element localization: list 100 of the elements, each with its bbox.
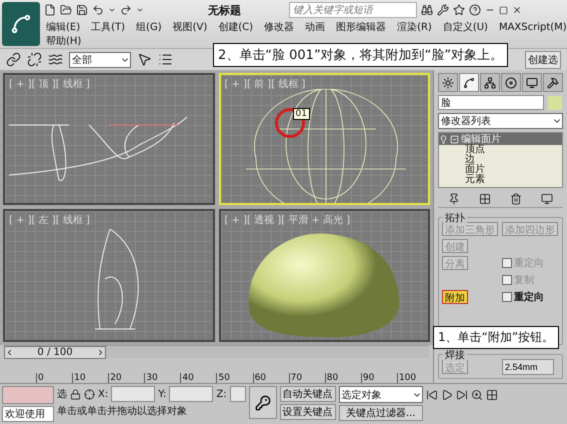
panel-tab[interactable] bbox=[480, 73, 500, 92]
panel-tab[interactable] bbox=[501, 73, 521, 92]
set-key-button[interactable]: 设置关键点 bbox=[280, 404, 336, 420]
open-folder-icon[interactable] bbox=[60, 4, 72, 16]
collapse-icon[interactable] bbox=[450, 134, 459, 144]
y-field[interactable] bbox=[169, 386, 214, 402]
lock-icon[interactable] bbox=[70, 388, 81, 400]
create-selection-field[interactable]: 创建选 bbox=[525, 50, 561, 68]
hierarchy-tab-icon bbox=[484, 76, 496, 88]
previous-icon[interactable] bbox=[5, 348, 14, 358]
zoom-all-icon[interactable] bbox=[486, 389, 498, 401]
window-title: 无标题 bbox=[208, 2, 241, 18]
menu-item[interactable]: 自定义(U) bbox=[442, 20, 488, 34]
key-mode-dropdown[interactable]: 选定对象 bbox=[338, 386, 423, 403]
sub-object-item[interactable]: 面片 bbox=[439, 165, 562, 175]
play-icon[interactable] bbox=[440, 389, 453, 401]
instruction-callout: 1、单击“附加”按钮。 bbox=[433, 326, 560, 349]
menu-item[interactable]: 渲染(R) bbox=[397, 20, 432, 34]
time-slider-track[interactable]: 0 / 100 bbox=[4, 345, 429, 358]
modifier-stack-item[interactable]: 编辑面片 bbox=[439, 133, 562, 145]
help-icon[interactable] bbox=[469, 4, 481, 16]
pin-icon[interactable] bbox=[448, 193, 460, 205]
timeline-tick: 30 bbox=[144, 373, 180, 383]
new-file-icon[interactable] bbox=[44, 4, 56, 16]
timeline-tick: 10 bbox=[72, 373, 108, 383]
crosshair-icon[interactable] bbox=[84, 388, 95, 400]
display-tab-icon bbox=[526, 76, 538, 88]
star-icon[interactable] bbox=[453, 4, 465, 16]
x-field[interactable] bbox=[111, 386, 156, 402]
timeline-tick: 0 bbox=[36, 373, 72, 383]
status-prompt: 单击或单击并拖动以选择对象 bbox=[57, 404, 188, 418]
undo-icon[interactable] bbox=[92, 4, 104, 16]
search-field[interactable]: 键入关键字或短语 bbox=[289, 2, 417, 18]
rollout-title[interactable]: 焊接 bbox=[443, 348, 467, 362]
close-icon[interactable] bbox=[512, 5, 522, 15]
panel-tab[interactable] bbox=[543, 73, 563, 92]
timeline-tick: 50 bbox=[216, 373, 253, 383]
redo-icon[interactable] bbox=[120, 4, 132, 16]
utilities-tab-icon bbox=[547, 76, 559, 88]
time-slider-thumb[interactable]: 0 / 100 bbox=[4, 346, 106, 360]
skip-forward-icon[interactable] bbox=[456, 389, 468, 401]
zoom-icon[interactable] bbox=[470, 389, 483, 401]
menu-item[interactable]: 工具(T) bbox=[91, 20, 126, 34]
menu-item[interactable]: 组(G) bbox=[136, 20, 162, 34]
object-tooltip: 01 bbox=[292, 108, 310, 120]
skip-back-icon[interactable] bbox=[426, 389, 438, 401]
menu-item[interactable]: MAXScript(M) bbox=[498, 22, 567, 32]
timeline-tick: 60 bbox=[252, 373, 289, 383]
lightbulb-icon[interactable] bbox=[439, 134, 448, 144]
timeline-tick: 90 bbox=[360, 373, 397, 383]
menu-item[interactable]: 创建(C) bbox=[218, 20, 254, 34]
maximize-icon[interactable] bbox=[499, 6, 508, 14]
waves-icon[interactable] bbox=[48, 52, 63, 67]
menu-item[interactable]: 动画 bbox=[305, 20, 326, 34]
modifier-list-dropdown[interactable]: 修改器列表 bbox=[438, 113, 563, 129]
object-color-swatch[interactable] bbox=[548, 96, 562, 110]
selection-lock-label: 选 bbox=[57, 388, 67, 401]
link-icon[interactable] bbox=[6, 52, 21, 67]
key-icon bbox=[254, 394, 271, 410]
menu-item[interactable]: 编辑(E) bbox=[46, 20, 80, 34]
menu-item[interactable]: 帮助(H) bbox=[46, 34, 82, 48]
tool-button[interactable]: 附加 bbox=[442, 290, 468, 304]
caret-icon[interactable] bbox=[136, 6, 144, 14]
panel-tab[interactable] bbox=[522, 73, 542, 92]
coordinate-label: X: bbox=[98, 388, 108, 400]
next-icon[interactable] bbox=[96, 348, 105, 358]
panel-tab[interactable] bbox=[459, 73, 479, 92]
menu-item[interactable]: 图形编辑器 bbox=[336, 20, 386, 34]
wrench-icon[interactable] bbox=[437, 4, 449, 16]
sub-object-item[interactable]: 顶点 bbox=[439, 145, 562, 155]
caret-icon[interactable] bbox=[108, 6, 116, 14]
timeline-tick: 80 bbox=[324, 373, 361, 383]
sub-object-item[interactable]: 元素 bbox=[439, 175, 562, 185]
motion-tab-icon bbox=[505, 76, 517, 88]
key-filters-button[interactable]: 关键点过滤器... bbox=[338, 405, 423, 421]
checkbox[interactable]: 重定向 bbox=[502, 290, 560, 304]
auto-key-button[interactable]: 自动关键点 bbox=[280, 386, 336, 402]
panel-tab[interactable] bbox=[438, 73, 458, 92]
key-button[interactable] bbox=[248, 386, 277, 419]
menu-item[interactable]: 视图(V) bbox=[172, 20, 208, 34]
threshold-spinner[interactable]: 2.54mm bbox=[502, 359, 554, 375]
z-field[interactable] bbox=[230, 386, 246, 402]
select-icon[interactable] bbox=[137, 52, 152, 67]
rollout-title[interactable]: 拓扑 bbox=[443, 211, 467, 225]
app-logo[interactable] bbox=[2, 2, 40, 46]
delete-icon[interactable] bbox=[510, 193, 522, 205]
binoculars-icon[interactable] bbox=[421, 4, 433, 16]
selection-filter-dropdown[interactable]: 全部 bbox=[69, 52, 131, 68]
save-icon[interactable] bbox=[76, 4, 88, 16]
create-tab-icon bbox=[442, 76, 454, 88]
welcome-label: 欢迎使用 bbox=[2, 406, 54, 422]
instruction-callout: 2、单击“脸 001”对象，将其附加到“脸”对象上。 bbox=[213, 43, 508, 67]
sub-object-item[interactable]: 边 bbox=[439, 155, 562, 165]
unlink-icon[interactable] bbox=[27, 52, 42, 67]
configure-icon[interactable] bbox=[541, 193, 554, 205]
menu-item[interactable]: 修改器 bbox=[264, 20, 294, 34]
coordinate-label: Y: bbox=[158, 388, 166, 400]
viewport[interactable]: [ + ][ 前 ][ 线框 ] 01 bbox=[218, 73, 430, 206]
object-name-field[interactable]: 脸 bbox=[438, 95, 544, 110]
select-by-name-icon[interactable] bbox=[158, 52, 173, 67]
